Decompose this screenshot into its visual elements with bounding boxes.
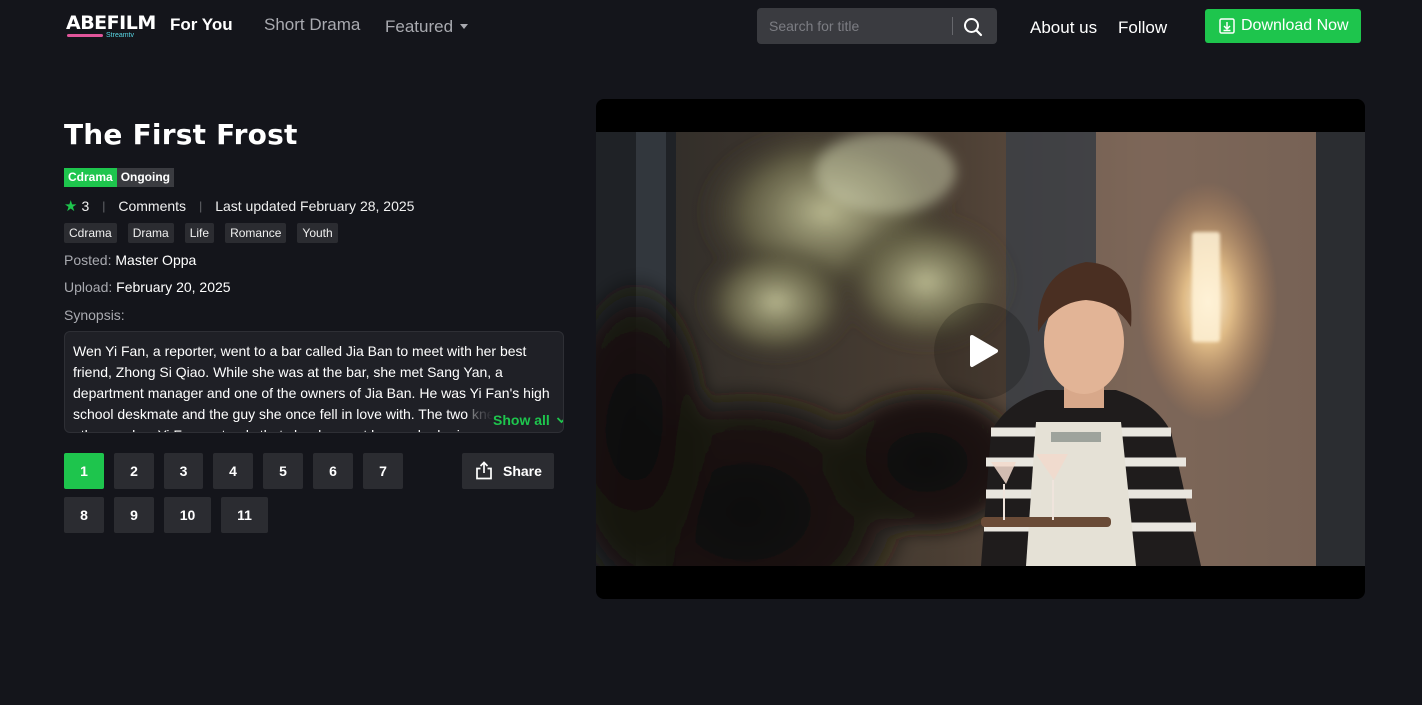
search-input[interactable] bbox=[757, 8, 953, 44]
comments-link[interactable]: Comments bbox=[118, 198, 186, 214]
show-all-label: Show all bbox=[493, 412, 550, 428]
posted-line: Posted: Master Oppa bbox=[64, 252, 196, 268]
show-badges: Cdrama Ongoing bbox=[64, 168, 175, 187]
download-icon bbox=[1219, 18, 1235, 34]
upload-line: Upload: February 20, 2025 bbox=[64, 279, 231, 295]
logo-subtext: Streamtv bbox=[106, 32, 135, 39]
status-badge: Ongoing bbox=[116, 168, 175, 187]
meta-separator: | bbox=[199, 199, 203, 213]
episode-button[interactable]: 5 bbox=[263, 453, 303, 489]
synopsis-label: Synopsis: bbox=[64, 307, 125, 323]
episode-button[interactable]: 7 bbox=[363, 453, 403, 489]
meta-row: ★ 3 | Comments | Last updated February 2… bbox=[64, 197, 414, 215]
search-bar bbox=[757, 8, 997, 44]
type-badge: Cdrama bbox=[64, 168, 117, 187]
meta-separator: | bbox=[102, 199, 106, 213]
last-updated: Last updated February 28, 2025 bbox=[215, 198, 415, 214]
upload-value: February 20, 2025 bbox=[116, 279, 231, 295]
genre-tag[interactable]: Cdrama bbox=[64, 223, 117, 243]
episode-button[interactable]: 11 bbox=[221, 497, 268, 533]
star-icon: ★ bbox=[64, 198, 78, 215]
episode-button[interactable]: 9 bbox=[114, 497, 154, 533]
search-icon[interactable] bbox=[962, 16, 984, 38]
top-navbar: ABEFILM Streamtv For You Short Drama Fea… bbox=[0, 0, 1422, 52]
nav-follow[interactable]: Follow bbox=[1118, 17, 1167, 39]
play-button[interactable] bbox=[934, 303, 1030, 399]
nav-short-drama[interactable]: Short Drama bbox=[264, 14, 360, 36]
search-divider bbox=[952, 17, 953, 35]
genre-tag[interactable]: Drama bbox=[127, 223, 174, 243]
share-icon bbox=[476, 461, 492, 480]
episode-button[interactable]: 8 bbox=[64, 497, 104, 533]
genre-tag[interactable]: Youth bbox=[297, 223, 338, 243]
episode-button[interactable]: 10 bbox=[164, 497, 211, 533]
chevron-down-icon bbox=[556, 417, 563, 424]
genre-tag[interactable]: Life bbox=[184, 223, 215, 243]
episode-button[interactable]: 1 bbox=[64, 453, 104, 489]
posted-label: Posted: bbox=[64, 252, 112, 268]
chevron-down-icon bbox=[460, 24, 469, 30]
episode-button[interactable]: 3 bbox=[164, 453, 203, 489]
posted-value: Master Oppa bbox=[115, 252, 197, 268]
show-title: The First Frost bbox=[64, 118, 298, 151]
download-now-button[interactable]: Download Now bbox=[1205, 9, 1361, 43]
genre-tag[interactable]: Romance bbox=[225, 223, 287, 243]
upload-label: Upload: bbox=[64, 279, 113, 295]
synopsis-box: Wen Yi Fan, a reporter, went to a bar ca… bbox=[64, 331, 564, 433]
video-player[interactable] bbox=[596, 99, 1365, 599]
nav-featured-label: Featured bbox=[385, 17, 454, 36]
share-button[interactable]: Share bbox=[462, 453, 554, 489]
download-now-label: Download Now bbox=[1241, 17, 1349, 34]
play-icon bbox=[970, 335, 998, 367]
logo-underline bbox=[67, 34, 103, 37]
nav-for-you[interactable]: For You bbox=[170, 14, 233, 36]
rating-value: 3 bbox=[81, 198, 90, 214]
genre-tags: Cdrama Drama Life Romance Youth bbox=[64, 223, 349, 243]
episode-button[interactable]: 4 bbox=[213, 453, 253, 489]
abefilm-logo[interactable]: ABEFILM Streamtv bbox=[66, 12, 156, 40]
episode-button[interactable]: 2 bbox=[114, 453, 154, 489]
nav-featured-dropdown[interactable]: Featured bbox=[385, 16, 469, 38]
show-all-button[interactable]: Show all bbox=[473, 408, 563, 432]
nav-about-us[interactable]: About us bbox=[1030, 17, 1097, 39]
episode-button[interactable]: 6 bbox=[313, 453, 353, 489]
share-label: Share bbox=[503, 463, 542, 479]
